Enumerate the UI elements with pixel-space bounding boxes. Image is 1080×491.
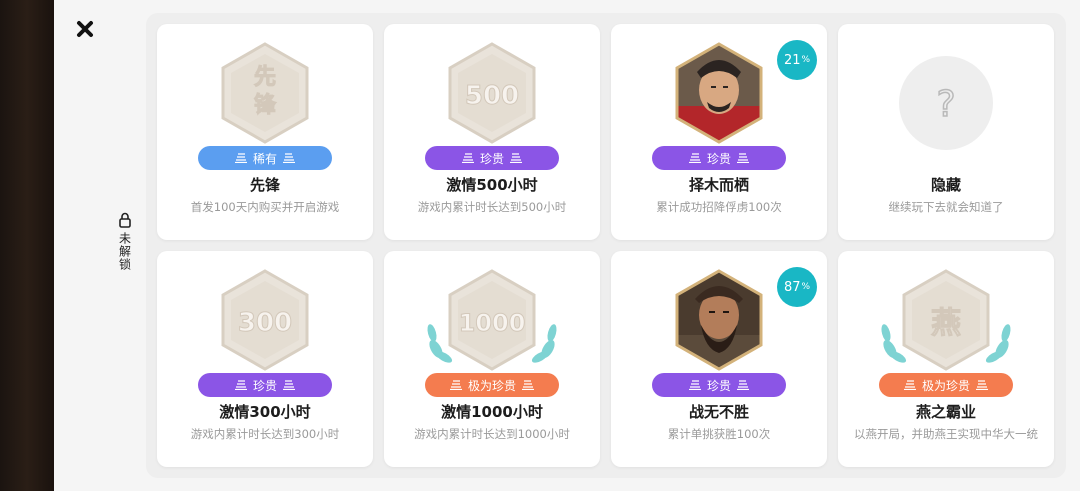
rarity-label: 珍贵	[479, 151, 504, 166]
medal-number: 300	[238, 308, 292, 338]
achievement-title: 隐藏	[930, 176, 961, 194]
completion-percent-badge: 87%	[777, 267, 817, 307]
medal-number: 1000	[459, 309, 526, 337]
rarity-bars-icon	[903, 380, 916, 390]
achievement-description: 继续玩下去就会知道了	[888, 200, 1004, 214]
achievement-card-undefeated[interactable]: 珍贵 87% 战无不胜 累计单挑获胜100次	[611, 251, 827, 467]
achievement-title: 先锋	[249, 176, 280, 194]
achievement-card-300-hours[interactable]: 300 珍贵 激情300小时 游戏内累计时长达到300小时	[157, 251, 373, 467]
rarity-bars-icon	[737, 153, 749, 163]
medal-character: 燕	[931, 306, 961, 341]
rarity-label: 极为珍贵	[921, 378, 970, 393]
rarity-label: 稀有	[252, 151, 277, 166]
warrior-portrait-icon	[675, 269, 763, 371]
achievement-title: 择木而栖	[688, 176, 749, 194]
hidden-achievement-icon: ?	[899, 56, 993, 150]
achievement-description: 累计成功招降俘虏100次	[656, 200, 782, 214]
unlock-status-label: 未解锁	[112, 212, 138, 271]
achievement-card-hidden[interactable]: ? 隐藏 继续玩下去就会知道了	[838, 24, 1054, 240]
rarity-bars-icon	[737, 380, 749, 390]
achievement-card-500-hours[interactable]: 500 珍贵 激情500小时 游戏内累计时长达到500小时	[384, 24, 600, 240]
achievement-title: 激情500小时	[446, 176, 538, 194]
rarity-bars-icon	[461, 153, 474, 163]
rarity-bars-icon	[449, 380, 462, 390]
rarity-badge: 珍贵	[425, 146, 559, 170]
general-portrait-icon	[675, 42, 763, 144]
completion-percent-badge: 21%	[777, 40, 817, 80]
rarity-badge: 珍贵	[198, 373, 332, 397]
question-mark-icon: ?	[936, 83, 957, 124]
close-icon	[77, 21, 93, 37]
svg-text:?: ?	[936, 84, 955, 124]
rarity-badge: 稀有	[198, 146, 332, 170]
1000-hours-medal-icon: 1000	[427, 269, 557, 371]
medal-number: 500	[465, 81, 519, 111]
achievement-card-vanguard[interactable]: 先 锋 稀有 先锋 首发100天内购买并开启游戏	[157, 24, 373, 240]
rarity-bars-icon	[510, 153, 522, 163]
rarity-bars-icon	[688, 380, 701, 390]
rarity-bars-icon	[283, 380, 295, 390]
rarity-badge: 珍贵	[652, 146, 786, 170]
achievement-grid: 先 锋 稀有 先锋 首发100天内购买并开启游戏 500 珍贵 激情500小时 …	[146, 13, 1066, 478]
achievement-title: 燕之霸业	[915, 403, 976, 421]
vanguard-medal-icon: 先 锋	[221, 42, 309, 144]
side-label-text: 未解锁	[117, 232, 132, 271]
lock-icon	[119, 212, 131, 228]
achievement-description: 游戏内累计时长达到300小时	[190, 427, 340, 441]
close-button[interactable]	[72, 16, 98, 42]
achievement-description: 累计单挑获胜100次	[667, 427, 771, 441]
percent-value: 87	[783, 279, 801, 295]
achievement-title: 激情300小时	[219, 403, 311, 421]
rarity-bars-icon	[234, 380, 247, 390]
rarity-label: 珍贵	[706, 378, 731, 393]
300-hours-medal-icon: 300	[221, 269, 309, 371]
achievement-card-yan-hegemony[interactable]: 燕 极为珍贵 燕之霸业 以燕开局，并助燕王实现中华大一统	[838, 251, 1054, 467]
rarity-label: 珍贵	[252, 378, 277, 393]
achievement-card-take-refuge[interactable]: 珍贵 21% 择木而栖 累计成功招降俘虏100次	[611, 24, 827, 240]
rarity-bars-icon	[522, 380, 534, 390]
achievement-description: 游戏内累计时长达到1000小时	[414, 427, 570, 441]
achievement-card-1000-hours[interactable]: 1000 极为珍贵 激情1000小时 游戏内累计时长达到1000小时	[384, 251, 600, 467]
achievement-title: 激情1000小时	[441, 403, 543, 421]
rarity-bars-icon	[234, 153, 247, 163]
rarity-badge: 极为珍贵	[425, 373, 559, 397]
game-background-strip	[0, 0, 54, 491]
achievement-description: 以燕开局，并助燕王实现中华大一统	[854, 427, 1038, 441]
percent-unit: %	[801, 282, 811, 292]
achievement-description: 游戏内累计时长达到500小时	[417, 200, 567, 214]
rarity-bars-icon	[688, 153, 701, 163]
rarity-label: 珍贵	[706, 151, 731, 166]
rarity-label: 极为珍贵	[467, 378, 516, 393]
rarity-badge: 极为珍贵	[879, 373, 1013, 397]
medal-text-top: 先	[254, 65, 276, 90]
percent-unit: %	[801, 55, 811, 65]
yan-medal-icon: 燕	[881, 269, 1011, 371]
500-hours-medal-icon: 500	[448, 42, 536, 144]
achievement-title: 战无不胜	[688, 403, 749, 421]
rarity-bars-icon	[976, 380, 988, 390]
percent-value: 21	[783, 52, 801, 68]
medal-text-bottom: 锋	[254, 92, 277, 118]
rarity-bars-icon	[283, 153, 295, 163]
rarity-badge: 珍贵	[652, 373, 786, 397]
achievement-description: 首发100天内购买并开启游戏	[190, 200, 340, 214]
